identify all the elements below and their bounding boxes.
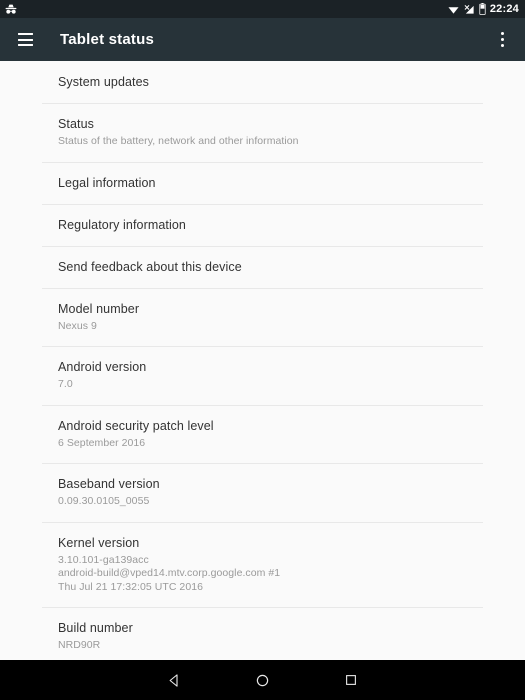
back-button[interactable] [131, 660, 219, 700]
list-item-subtitle-line: Nexus 9 [58, 319, 97, 332]
list-item-subtitle-line: android-build@vped14.mtv.corp.google.com… [58, 567, 281, 579]
list-item[interactable]: Android version 7.0 [42, 347, 483, 406]
list-item-title: System updates [58, 75, 150, 89]
list-item[interactable]: Baseband version 0.09.30.0105_0055 [42, 464, 483, 523]
list-item[interactable]: Status Status of the battery, network and… [42, 104, 483, 163]
list-item-title: Kernel version [58, 535, 140, 550]
list-item[interactable]: Legal information [42, 162, 483, 205]
status-bar-right: 22:24 [447, 3, 519, 15]
list-item[interactable]: Model number Nexus 9 [42, 288, 483, 347]
list-item-title: Send feedback about this device [58, 259, 242, 274]
list-item-title: Legal information [58, 175, 156, 190]
recents-square-icon [344, 673, 358, 687]
list-item-subtitle-line: Status of the battery, network and other… [58, 135, 299, 147]
list-item-subtitle-line: 0.09.30.0105_0055 [58, 495, 150, 507]
page-title: Tablet status [60, 31, 155, 48]
list-item-title: Build number [58, 621, 133, 635]
status-bar-left [4, 3, 18, 16]
settings-list: System updates Status Status of the batter… [0, 61, 525, 660]
list-item-subtitle-line: 6 September 2016 [58, 436, 146, 449]
device-screen: 22:24 Tablet status System updates Status… [0, 0, 525, 700]
navigation-bar [0, 660, 525, 700]
list-item-subtitle: Status of the battery, network and other… [58, 135, 467, 149]
app-toolbar: Tablet status [0, 18, 525, 61]
list-item-subtitle: 7.0 [58, 378, 467, 392]
home-circle-icon [255, 673, 270, 688]
list-item[interactable]: Build number NRD90R [42, 608, 483, 660]
hamburger-line [17, 43, 33, 46]
list-item[interactable]: Kernel version 3.10.101-ga139acc android-b… [42, 522, 483, 608]
list-item-subtitle: 0.09.30.0105_0055 [58, 495, 467, 509]
list-item[interactable]: Regulatory information [42, 204, 483, 247]
list-item-title: Baseband version [58, 477, 160, 491]
list-item-subtitle: NRD90R [58, 639, 467, 653]
home-button[interactable] [219, 660, 307, 700]
list-item-title: Model number [58, 301, 140, 316]
hamburger-line [17, 38, 33, 41]
hamburger-line [17, 33, 33, 36]
list-item-title: Regulatory information [58, 217, 186, 232]
status-bar: 22:24 [0, 0, 525, 18]
status-bar-clock: 22:24 [489, 2, 519, 15]
list-item-subtitle-line: 3.10.101-ga139acc [58, 553, 149, 566]
list-item-subtitle: 3.10.101-ga139acc android-build@vped14.mt… [58, 554, 467, 595]
list-item-subtitle-line: NRD90R [58, 639, 101, 651]
recents-button[interactable] [307, 660, 395, 700]
list-item[interactable]: Android security patch level 6 September … [42, 405, 483, 464]
list-item-title: Android version [58, 360, 147, 374]
list-item[interactable]: System updates [42, 61, 483, 104]
list-item-subtitle-line: Thu Jul 21 17:32:05 UTC 2016 [58, 580, 203, 593]
settings-content: System updates Status Status of the batter… [0, 61, 525, 660]
overflow-dot [500, 31, 504, 35]
hamburger-menu-icon[interactable] [12, 27, 38, 53]
cellular-no-signal-icon [464, 4, 475, 15]
list-item-subtitle-line: 7.0 [58, 378, 73, 390]
overflow-menu-icon[interactable] [489, 27, 515, 53]
list-item-title: Android security patch level [58, 418, 214, 433]
overflow-dot [500, 44, 504, 48]
overflow-dot [500, 38, 504, 41]
battery-icon [479, 3, 486, 15]
incognito-icon [4, 3, 18, 16]
list-item-title: Status [58, 117, 95, 131]
list-item[interactable]: Send feedback about this device [42, 246, 483, 289]
wifi-icon [447, 4, 460, 15]
list-item-subtitle: Nexus 9 [58, 320, 467, 334]
back-triangle-icon [167, 673, 182, 688]
list-item-subtitle: 6 September 2016 [58, 437, 467, 451]
